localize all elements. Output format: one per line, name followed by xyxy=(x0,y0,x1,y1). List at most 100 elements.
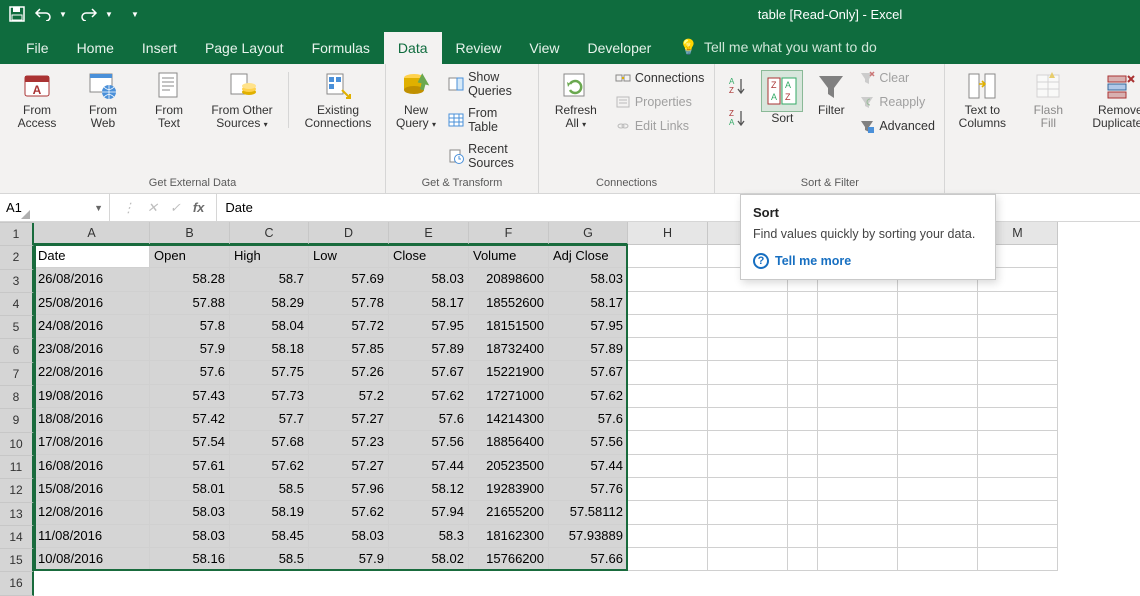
cell[interactable] xyxy=(818,431,898,454)
cell[interactable]: 58.5 xyxy=(230,478,309,501)
row-header[interactable]: 13 xyxy=(0,503,34,526)
cell[interactable]: 18162300 xyxy=(469,525,549,548)
column-header[interactable]: G xyxy=(549,222,628,245)
cell[interactable]: 57.43 xyxy=(150,385,230,408)
cell[interactable]: 18732400 xyxy=(469,338,549,361)
cell[interactable]: 57.56 xyxy=(389,431,469,454)
refresh-all-button[interactable]: RefreshAll ▾ xyxy=(547,68,605,136)
from-access-button[interactable]: A FromAccess xyxy=(8,68,66,132)
cell[interactable] xyxy=(708,408,788,431)
cell[interactable]: Close xyxy=(389,245,469,268)
save-icon[interactable] xyxy=(8,5,26,23)
row-header[interactable]: 5 xyxy=(0,316,34,339)
remove-duplicates-button[interactable]: RemoveDuplicates xyxy=(1085,68,1140,132)
cell[interactable] xyxy=(788,455,818,478)
cell[interactable]: 24/08/2016 xyxy=(34,315,150,338)
cell[interactable] xyxy=(628,431,708,454)
cell[interactable] xyxy=(788,431,818,454)
cell[interactable]: 58.03 xyxy=(549,268,628,291)
column-header[interactable]: A xyxy=(34,222,150,245)
cell[interactable]: 20898600 xyxy=(469,268,549,291)
cell[interactable] xyxy=(898,478,978,501)
formula-input[interactable] xyxy=(216,194,1140,221)
cell[interactable]: Open xyxy=(150,245,230,268)
cell[interactable] xyxy=(818,385,898,408)
cell[interactable]: 19283900 xyxy=(469,478,549,501)
cell[interactable] xyxy=(818,408,898,431)
row-header[interactable]: 8 xyxy=(0,386,34,409)
cell[interactable] xyxy=(818,361,898,384)
cell[interactable]: 57.66 xyxy=(549,548,628,571)
cell[interactable]: 15221900 xyxy=(469,361,549,384)
cell[interactable]: 57.23 xyxy=(309,431,389,454)
redo-icon[interactable] xyxy=(80,5,98,23)
cell[interactable]: 57.6 xyxy=(549,408,628,431)
cell[interactable]: 57.27 xyxy=(309,408,389,431)
qat-customize-icon[interactable]: ▼ xyxy=(126,5,144,23)
fx-icon[interactable]: fx xyxy=(193,200,205,215)
cell[interactable] xyxy=(978,338,1058,361)
cell[interactable] xyxy=(898,385,978,408)
cell[interactable]: 58.3 xyxy=(389,525,469,548)
cell[interactable]: 57.8 xyxy=(150,315,230,338)
row-header[interactable]: 4 xyxy=(0,293,34,316)
tell-me-search[interactable]: 💡Tell me what you want to do xyxy=(665,30,890,64)
row-header[interactable]: 3 xyxy=(0,270,34,293)
cell[interactable] xyxy=(898,501,978,524)
cell[interactable] xyxy=(708,431,788,454)
new-query-button[interactable]: NewQuery ▾ xyxy=(394,68,438,172)
cell[interactable] xyxy=(788,478,818,501)
cell[interactable] xyxy=(708,315,788,338)
cell[interactable] xyxy=(628,455,708,478)
tab-page-layout[interactable]: Page Layout xyxy=(191,32,298,64)
cell[interactable]: 57.56 xyxy=(549,431,628,454)
row-header[interactable]: 2 xyxy=(0,246,34,269)
cell[interactable]: 58.18 xyxy=(230,338,309,361)
name-box[interactable]: A1▼ xyxy=(0,194,110,221)
cell[interactable] xyxy=(628,268,708,291)
cell[interactable] xyxy=(818,501,898,524)
cell[interactable] xyxy=(628,245,708,268)
cell[interactable] xyxy=(628,548,708,571)
cell[interactable]: 57.95 xyxy=(389,315,469,338)
column-header[interactable]: D xyxy=(309,222,389,245)
cell[interactable] xyxy=(788,385,818,408)
cell[interactable] xyxy=(788,361,818,384)
cell[interactable]: 18/08/2016 xyxy=(34,408,150,431)
cell[interactable]: 57.89 xyxy=(549,338,628,361)
namebox-dropdown-icon[interactable]: ▼ xyxy=(94,203,103,213)
cell[interactable] xyxy=(898,548,978,571)
cell[interactable]: 57.78 xyxy=(309,292,389,315)
cell[interactable] xyxy=(628,315,708,338)
cell[interactable]: 57.72 xyxy=(309,315,389,338)
cell[interactable]: 57.2 xyxy=(309,385,389,408)
cell[interactable] xyxy=(898,431,978,454)
cell[interactable]: 57.6 xyxy=(150,361,230,384)
cell[interactable]: Date xyxy=(34,245,150,268)
cell[interactable] xyxy=(788,315,818,338)
cell[interactable]: Adj Close xyxy=(549,245,628,268)
cell[interactable] xyxy=(818,292,898,315)
cell[interactable] xyxy=(978,385,1058,408)
cell[interactable]: 57.26 xyxy=(309,361,389,384)
cell[interactable]: 19/08/2016 xyxy=(34,385,150,408)
cell[interactable] xyxy=(708,455,788,478)
cell[interactable]: 57.93889 xyxy=(549,525,628,548)
cell[interactable] xyxy=(898,338,978,361)
cell[interactable] xyxy=(708,385,788,408)
show-queries-button[interactable]: Show Queries xyxy=(446,68,530,100)
cell[interactable]: 17271000 xyxy=(469,385,549,408)
cell[interactable]: High xyxy=(230,245,309,268)
cell[interactable] xyxy=(978,501,1058,524)
column-header[interactable]: H xyxy=(628,222,708,245)
tooltip-tell-me-more[interactable]: ? Tell me more xyxy=(753,253,983,269)
cell[interactable] xyxy=(978,408,1058,431)
cell[interactable]: 58.03 xyxy=(150,525,230,548)
filter-button[interactable]: Filter xyxy=(813,68,849,136)
cell[interactable] xyxy=(628,385,708,408)
cell[interactable]: 57.62 xyxy=(309,501,389,524)
tab-insert[interactable]: Insert xyxy=(128,32,191,64)
cell[interactable]: 58.16 xyxy=(150,548,230,571)
cell[interactable] xyxy=(628,501,708,524)
cell[interactable]: Low xyxy=(309,245,389,268)
